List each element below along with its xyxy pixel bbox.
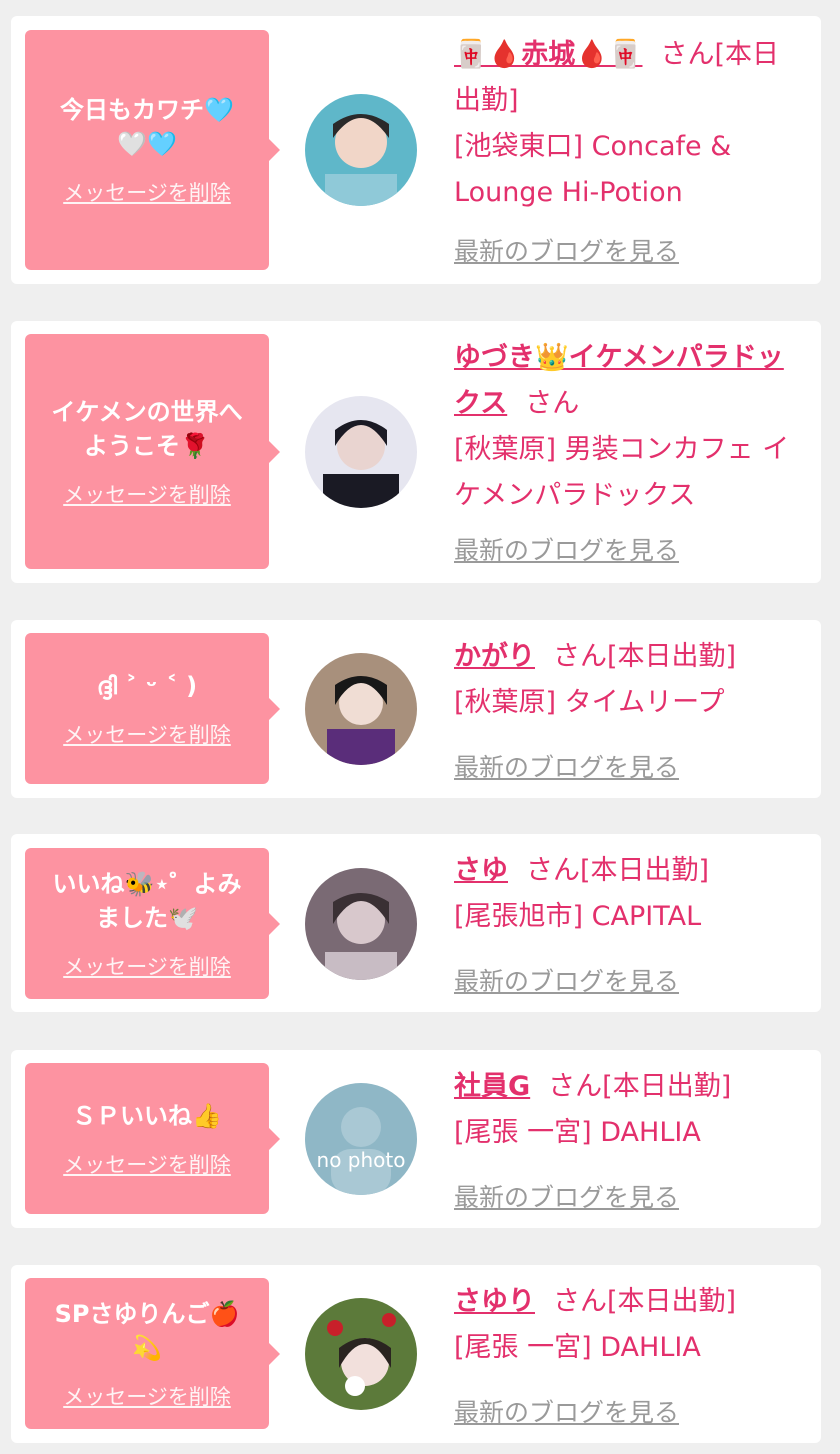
message-bubble: ＳＰいいね👍 メッセージを削除 [25,1063,280,1214]
latest-blog-link[interactable]: 最新のブログを見る [454,748,679,784]
shop-location: [尾張旭市] CAPITAL [454,901,702,932]
avatar[interactable]: no photo [305,1083,417,1195]
shop-location: [秋葉原] 男装コンカフェ イケメンパラドックス [454,434,790,511]
list-item: イケメンの世界へ ようこそ🌹 メッセージを削除 ゆづき👑イケメンパラドックス さん… [11,321,821,583]
cast-info: 社員G さん[本日出勤] [尾張 一宮] DAHLIA [454,1064,804,1156]
message-text: いいね🐝⋆゜よみ ました🕊️ [52,869,242,932]
list-item: 今日もカワチ🩵 🤍🩵 メッセージを削除 🀄🩸赤城🩸🀄 さん[本日出勤] [池袋東口… [11,16,821,284]
status-label: [本日出勤] [580,855,710,886]
message-bubble: 今日もカワチ🩵 🤍🩵 メッセージを削除 [25,30,280,270]
latest-blog-link[interactable]: 最新のブログを見る [454,1393,679,1429]
list-item: ＳＰいいね👍 メッセージを削除 no photo 社員G さん[本日出勤] [尾張… [11,1050,821,1228]
message-bubble: ദ്ദി ˃ ᵕ ˂ ) メッセージを削除 [25,633,280,784]
status-label: [本日出勤] [602,1071,732,1102]
delete-message-link[interactable]: メッセージを削除 [63,1149,231,1179]
delete-message-link[interactable]: メッセージを削除 [63,177,231,207]
message-text: 今日もカワチ🩵 🤍🩵 [60,96,234,158]
honorific: さん [553,641,607,672]
status-label: [本日出勤] [607,641,737,672]
message-text: ＳＰいいね👍 [72,1101,222,1130]
no-photo-placeholder: no photo [317,1148,406,1172]
avatar[interactable] [305,94,417,206]
cast-info: 🀄🩸赤城🩸🀄 さん[本日出勤] [池袋東口] Concafe & Lounge H… [454,32,804,216]
cast-info: さゆ さん[本日出勤] [尾張旭市] CAPITAL [454,848,804,940]
latest-blog-link[interactable]: 最新のブログを見る [454,1178,679,1214]
avatar[interactable] [305,1298,417,1410]
message-bubble: SPさゆりんご🍎 💫 メッセージを削除 [25,1278,280,1429]
cast-name-link[interactable]: 社員G [454,1071,530,1102]
cast-info: ゆづき👑イケメンパラドックス さん [秋葉原] 男装コンカフェ イケメンパラドック… [454,335,804,519]
latest-blog-link[interactable]: 最新のブログを見る [454,232,679,268]
cast-name-link[interactable]: ゆづき👑イケメンパラドックス [454,342,784,419]
honorific: さん [548,1071,603,1102]
message-bubble: いいね🐝⋆゜よみ ました🕊️ メッセージを削除 [25,848,280,999]
cast-info: さゆり さん[本日出勤] [尾張 一宮] DAHLIA [454,1279,804,1371]
message-text: ദ്ദി ˃ ᵕ ˂ ) [96,671,198,700]
shop-location: [尾張 一宮] DAHLIA [454,1332,701,1363]
latest-blog-link[interactable]: 最新のブログを見る [454,531,679,567]
honorific: さん [660,39,715,70]
favorites-list: 今日もカワチ🩵 🤍🩵 メッセージを削除 🀄🩸赤城🩸🀄 さん[本日出勤] [池袋東口… [0,0,840,1454]
avatar[interactable] [305,653,417,765]
list-item: SPさゆりんご🍎 💫 メッセージを削除 さゆり さん[本日出勤] [尾張 一宮] … [11,1265,821,1443]
cast-name-link[interactable]: さゆり [454,1286,535,1317]
message-text: SPさゆりんご🍎 💫 [54,1299,240,1362]
cast-info: かがり さん[本日出勤] [秋葉原] タイムリープ [454,634,804,726]
honorific: さん [526,855,580,886]
message-text: イケメンの世界へ ようこそ🌹 [51,397,243,460]
cast-name-link[interactable]: かがり [454,641,535,672]
delete-message-link[interactable]: メッセージを削除 [63,951,231,981]
list-item: ദ്ദി ˃ ᵕ ˂ ) メッセージを削除 かがり さん[本日出勤] [秋葉原] … [11,620,821,798]
status-label: [本日出勤] [607,1286,737,1317]
honorific: さん [553,1286,607,1317]
honorific: さん [525,388,580,419]
list-item: いいね🐝⋆゜よみ ました🕊️ メッセージを削除 さゆ さん[本日出勤] [尾張旭市… [11,834,821,1012]
message-bubble: イケメンの世界へ ようこそ🌹 メッセージを削除 [25,334,280,569]
cast-name-link[interactable]: 🀄🩸赤城🩸🀄 [454,39,642,70]
shop-location: [尾張 一宮] DAHLIA [454,1117,701,1148]
shop-location: [秋葉原] タイムリープ [454,687,725,718]
avatar[interactable] [305,868,417,980]
avatar[interactable] [305,396,417,508]
delete-message-link[interactable]: メッセージを削除 [63,719,231,749]
delete-message-link[interactable]: メッセージを削除 [63,479,231,509]
cast-name-link[interactable]: さゆ [454,855,508,886]
delete-message-link[interactable]: メッセージを削除 [63,1381,231,1411]
latest-blog-link[interactable]: 最新のブログを見る [454,962,679,998]
shop-location: [池袋東口] Concafe & Lounge Hi-Potion [454,131,732,208]
